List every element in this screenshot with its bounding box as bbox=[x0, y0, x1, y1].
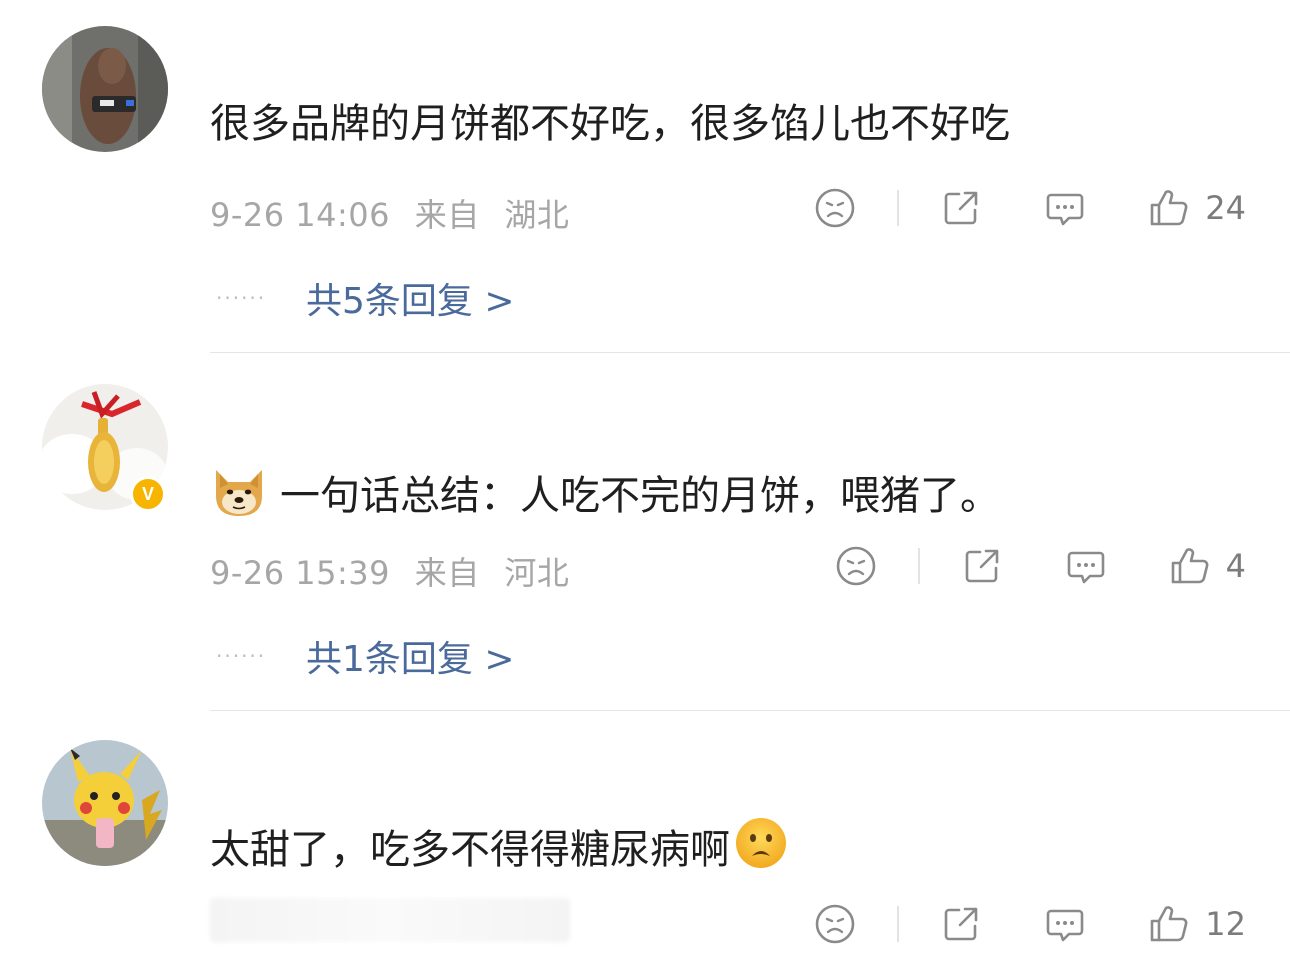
verified-badge: V bbox=[130, 476, 166, 512]
comment-date: 9-26 15:39 bbox=[210, 554, 391, 592]
view-replies-link[interactable]: 共5条回复 > bbox=[306, 272, 515, 324]
like-button[interactable]: 4 bbox=[1168, 544, 1246, 588]
share-button[interactable] bbox=[939, 902, 983, 946]
like-count: 24 bbox=[1205, 189, 1246, 227]
comment-button[interactable] bbox=[1043, 902, 1087, 946]
comment-meta: 9-26 15:39 来自 河北 bbox=[210, 548, 583, 594]
like-icon bbox=[1147, 186, 1191, 230]
dislike-button[interactable] bbox=[813, 186, 857, 230]
comment-actions: 12 bbox=[813, 902, 1246, 946]
dislike-icon bbox=[813, 902, 857, 946]
dislike-icon bbox=[813, 186, 857, 230]
reply-dots: ······ bbox=[216, 286, 267, 310]
comment-button[interactable] bbox=[1043, 186, 1087, 230]
dislike-button[interactable] bbox=[813, 902, 857, 946]
comment-text: 一句话总结：人吃不完的月饼，喂猪了。 bbox=[210, 460, 1000, 531]
blurred-meta bbox=[210, 898, 570, 942]
comment-from-label: 来自 bbox=[414, 196, 480, 234]
action-separator bbox=[897, 190, 900, 226]
comment-from-label: 来自 bbox=[414, 554, 480, 592]
like-count: 12 bbox=[1205, 905, 1246, 943]
comment-date: 9-26 14:06 bbox=[210, 196, 391, 234]
share-icon bbox=[939, 186, 983, 230]
dislike-icon bbox=[834, 544, 878, 588]
comment-icon bbox=[1043, 186, 1087, 230]
share-icon bbox=[939, 902, 983, 946]
like-icon bbox=[1147, 902, 1191, 946]
comment-location: 湖北 bbox=[504, 196, 570, 234]
comment-text: 太甜了，吃多不得得糖尿病啊 bbox=[210, 816, 788, 883]
like-button[interactable]: 12 bbox=[1147, 902, 1246, 946]
comment-meta: 9-26 14:06 来自 湖北 bbox=[210, 190, 583, 236]
comment-actions: 4 bbox=[834, 544, 1246, 588]
share-button[interactable] bbox=[960, 544, 1004, 588]
comment-icon bbox=[1043, 902, 1087, 946]
divider bbox=[210, 352, 1290, 353]
replies-row: ······ 共1条回复 > bbox=[216, 630, 515, 682]
like-icon bbox=[1168, 544, 1212, 588]
avatar[interactable] bbox=[42, 740, 168, 866]
avatar[interactable] bbox=[42, 26, 168, 152]
comment-text: 很多品牌的月饼都不好吃，很多馅儿也不好吃 bbox=[210, 101, 1010, 147]
comment-button[interactable] bbox=[1064, 544, 1108, 588]
divider bbox=[210, 710, 1290, 711]
share-icon bbox=[960, 544, 1004, 588]
like-button[interactable]: 24 bbox=[1147, 186, 1246, 230]
doge-emoji bbox=[210, 460, 268, 531]
replies-row: ······ 共5条回复 > bbox=[216, 272, 515, 324]
view-replies-link[interactable]: 共1条回复 > bbox=[306, 630, 515, 682]
share-button[interactable] bbox=[939, 186, 983, 230]
comment-actions: 24 bbox=[813, 186, 1246, 230]
dislike-button[interactable] bbox=[834, 544, 878, 588]
comment-location: 河北 bbox=[504, 554, 570, 592]
reply-dots: ······ bbox=[216, 644, 267, 668]
action-separator bbox=[917, 548, 920, 584]
frown-emoji bbox=[734, 816, 788, 883]
action-separator bbox=[897, 906, 900, 942]
comment-icon bbox=[1064, 544, 1108, 588]
like-count: 4 bbox=[1225, 547, 1246, 585]
